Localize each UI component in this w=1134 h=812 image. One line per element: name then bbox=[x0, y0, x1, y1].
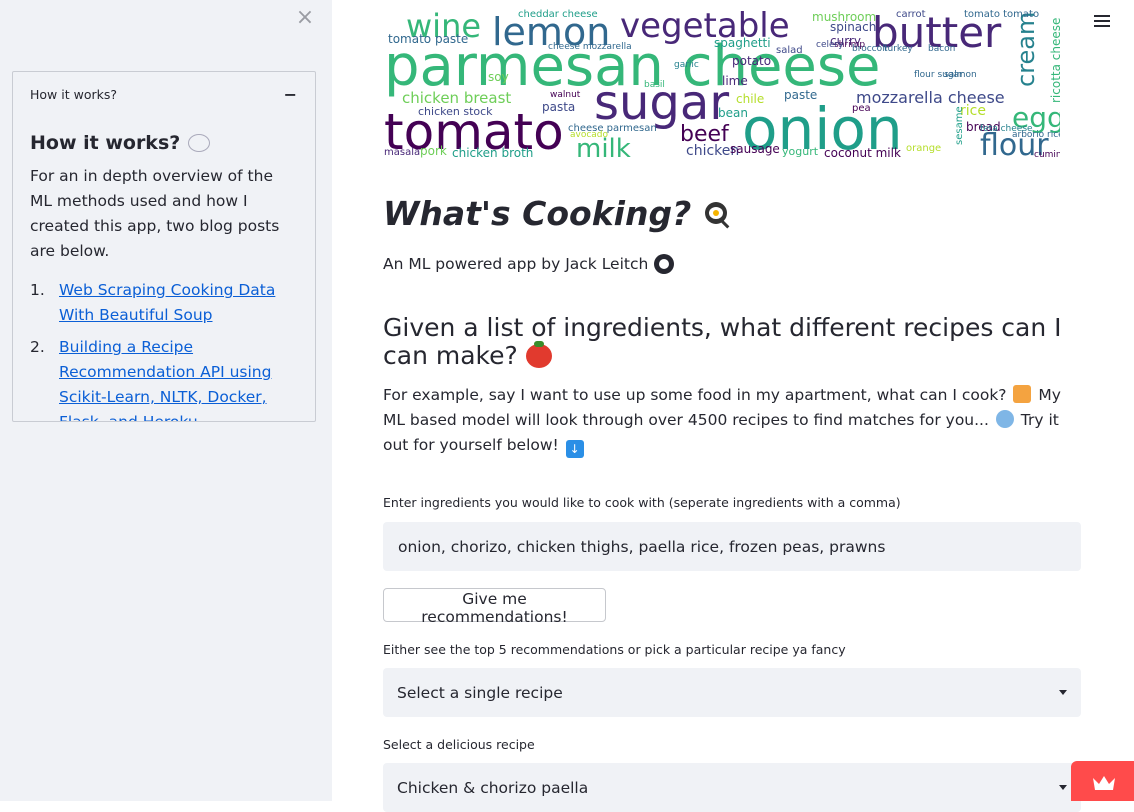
ingredients-input[interactable] bbox=[383, 522, 1081, 571]
blog-link-api[interactable]: Building a Recipe Recommendation API usi… bbox=[59, 335, 299, 421]
wordcloud-word: avocado bbox=[570, 130, 609, 140]
wordcloud-word: cumin bbox=[1034, 150, 1060, 159]
wordcloud-word: potato bbox=[732, 54, 771, 68]
blog-link-scraping[interactable]: Web Scraping Cooking Data With Beautiful… bbox=[59, 278, 299, 328]
wordcloud-word: tomato paste bbox=[388, 32, 468, 46]
crown-icon bbox=[1093, 775, 1115, 790]
wordcloud-word: soy bbox=[488, 70, 509, 84]
wordcloud-word: cream bbox=[1012, 12, 1040, 87]
recipe-select-label: Select a delicious recipe bbox=[383, 737, 535, 752]
wordcloud-word: pork bbox=[420, 144, 447, 158]
select-value: Select a single recipe bbox=[397, 683, 563, 702]
wordcloud-word: yogurt bbox=[782, 145, 819, 158]
house-icon bbox=[1013, 385, 1032, 403]
wordcloud-word: orange bbox=[906, 143, 941, 154]
wordcloud-word: bean bbox=[718, 106, 748, 120]
wordcloud-word: bacon bbox=[928, 44, 955, 54]
wordcloud-word: masala bbox=[384, 147, 420, 158]
wordcloud-word: arborio rice bbox=[1012, 130, 1060, 140]
wordcloud-word: spinach bbox=[830, 20, 876, 34]
page-title: What's Cooking? bbox=[383, 194, 733, 233]
wordcloud-word: coconut milk bbox=[824, 146, 901, 159]
page-title-text: What's Cooking? bbox=[383, 194, 692, 233]
wordcloud-word: walnut bbox=[550, 90, 581, 100]
expander-paragraph: For an in depth overview of the ML metho… bbox=[30, 167, 280, 260]
wordcloud-word: lime bbox=[722, 74, 748, 88]
wordcloud-word: flour sugar bbox=[914, 70, 963, 80]
list-number: 1. bbox=[30, 281, 45, 299]
wordcloud-word: tomato tomato bbox=[964, 9, 1039, 20]
how-it-works-expander: How it works? − How it works? For an in … bbox=[12, 71, 316, 422]
recommendation-mode-select[interactable]: Select a single recipe bbox=[383, 668, 1081, 717]
close-sidebar-icon[interactable]: × bbox=[295, 7, 315, 29]
chevron-down-icon bbox=[1059, 785, 1067, 790]
wordcloud-word: chicken stock bbox=[418, 105, 493, 118]
wordcloud-word: celery bbox=[816, 40, 844, 50]
wordcloud-word: sesame bbox=[954, 106, 965, 145]
wordcloud-word: ricotta cheese bbox=[1049, 18, 1060, 103]
wordcloud-word: basil bbox=[644, 80, 665, 90]
desc-text-1: For example, say I want to use up some f… bbox=[383, 386, 1007, 404]
list-number: 2. bbox=[30, 338, 45, 356]
wordcloud-word: chicken broth bbox=[452, 146, 533, 159]
wordcloud-word: paste bbox=[784, 88, 817, 102]
wordcloud-word: pasta bbox=[542, 100, 575, 114]
expander-header[interactable]: How it works? − bbox=[13, 72, 315, 116]
ingredients-label: Enter ingredients you would like to cook… bbox=[383, 495, 901, 510]
chevron-down-icon bbox=[1059, 690, 1067, 695]
frying-pan-icon bbox=[703, 199, 733, 229]
expander-title: How it works? bbox=[30, 86, 117, 102]
collapse-icon[interactable]: − bbox=[284, 85, 297, 104]
author-text: An ML powered app by Jack Leitch bbox=[383, 255, 649, 273]
recipe-select[interactable]: Chicken & chorizo paella bbox=[383, 763, 1081, 812]
main-content: parmesan cheese tomato onion sugar butter veg… bbox=[332, 0, 1134, 812]
sidebar: × How it works? − How it works? For an i… bbox=[0, 0, 332, 801]
author-line: An ML powered app by Jack Leitch bbox=[383, 254, 675, 274]
recommendations-button[interactable]: Give me recommendations! bbox=[383, 588, 606, 626]
expander-heading: How it works? bbox=[30, 132, 299, 154]
github-icon[interactable] bbox=[654, 254, 675, 274]
description: For example, say I want to use up some f… bbox=[383, 383, 1082, 458]
wordcloud-word: cheddar cheese bbox=[518, 9, 598, 20]
wordcloud-word: cheese mozzarella bbox=[548, 42, 632, 52]
wordcloud-word: salad bbox=[776, 45, 803, 56]
wordcloud-word: sausage bbox=[730, 142, 780, 156]
wordcloud-word: turkey bbox=[884, 44, 913, 54]
streamlit-badge[interactable] bbox=[1071, 761, 1134, 801]
recommendation-mode-label: Either see the top 5 recommendations or … bbox=[383, 642, 846, 657]
wordcloud-word: carrot bbox=[896, 9, 926, 20]
tomato-icon bbox=[525, 341, 552, 368]
thought-bubble-icon bbox=[188, 134, 211, 152]
wordcloud-word: chile bbox=[736, 92, 764, 106]
wordcloud-word: garlic bbox=[674, 60, 699, 70]
ingredients-wordcloud-image: parmesan cheese tomato onion sugar butter veg… bbox=[384, 7, 1060, 159]
blog-links-list: 1. Web Scraping Cooking Data With Beauti… bbox=[30, 278, 299, 421]
magnifying-glass-icon bbox=[995, 410, 1014, 428]
wordcloud-word: spaghetti bbox=[714, 36, 771, 50]
question-heading: Given a list of ingredients, what differ… bbox=[383, 314, 1082, 370]
expander-heading-text: How it works? bbox=[30, 132, 181, 154]
list-item: 2. Building a Recipe Recommendation API … bbox=[30, 335, 299, 421]
wordcloud-word: pea bbox=[852, 103, 871, 114]
select-value: Chicken & chorizo paella bbox=[397, 778, 589, 797]
down-arrow-icon: ↓ bbox=[565, 440, 584, 458]
question-text: Given a list of ingredients, what differ… bbox=[383, 313, 1062, 370]
hamburger-menu-icon[interactable] bbox=[1094, 12, 1110, 28]
list-item: 1. Web Scraping Cooking Data With Beauti… bbox=[30, 278, 299, 328]
wordcloud-svg: parmesan cheesetomato onionsugarbutterveg… bbox=[384, 7, 1060, 159]
